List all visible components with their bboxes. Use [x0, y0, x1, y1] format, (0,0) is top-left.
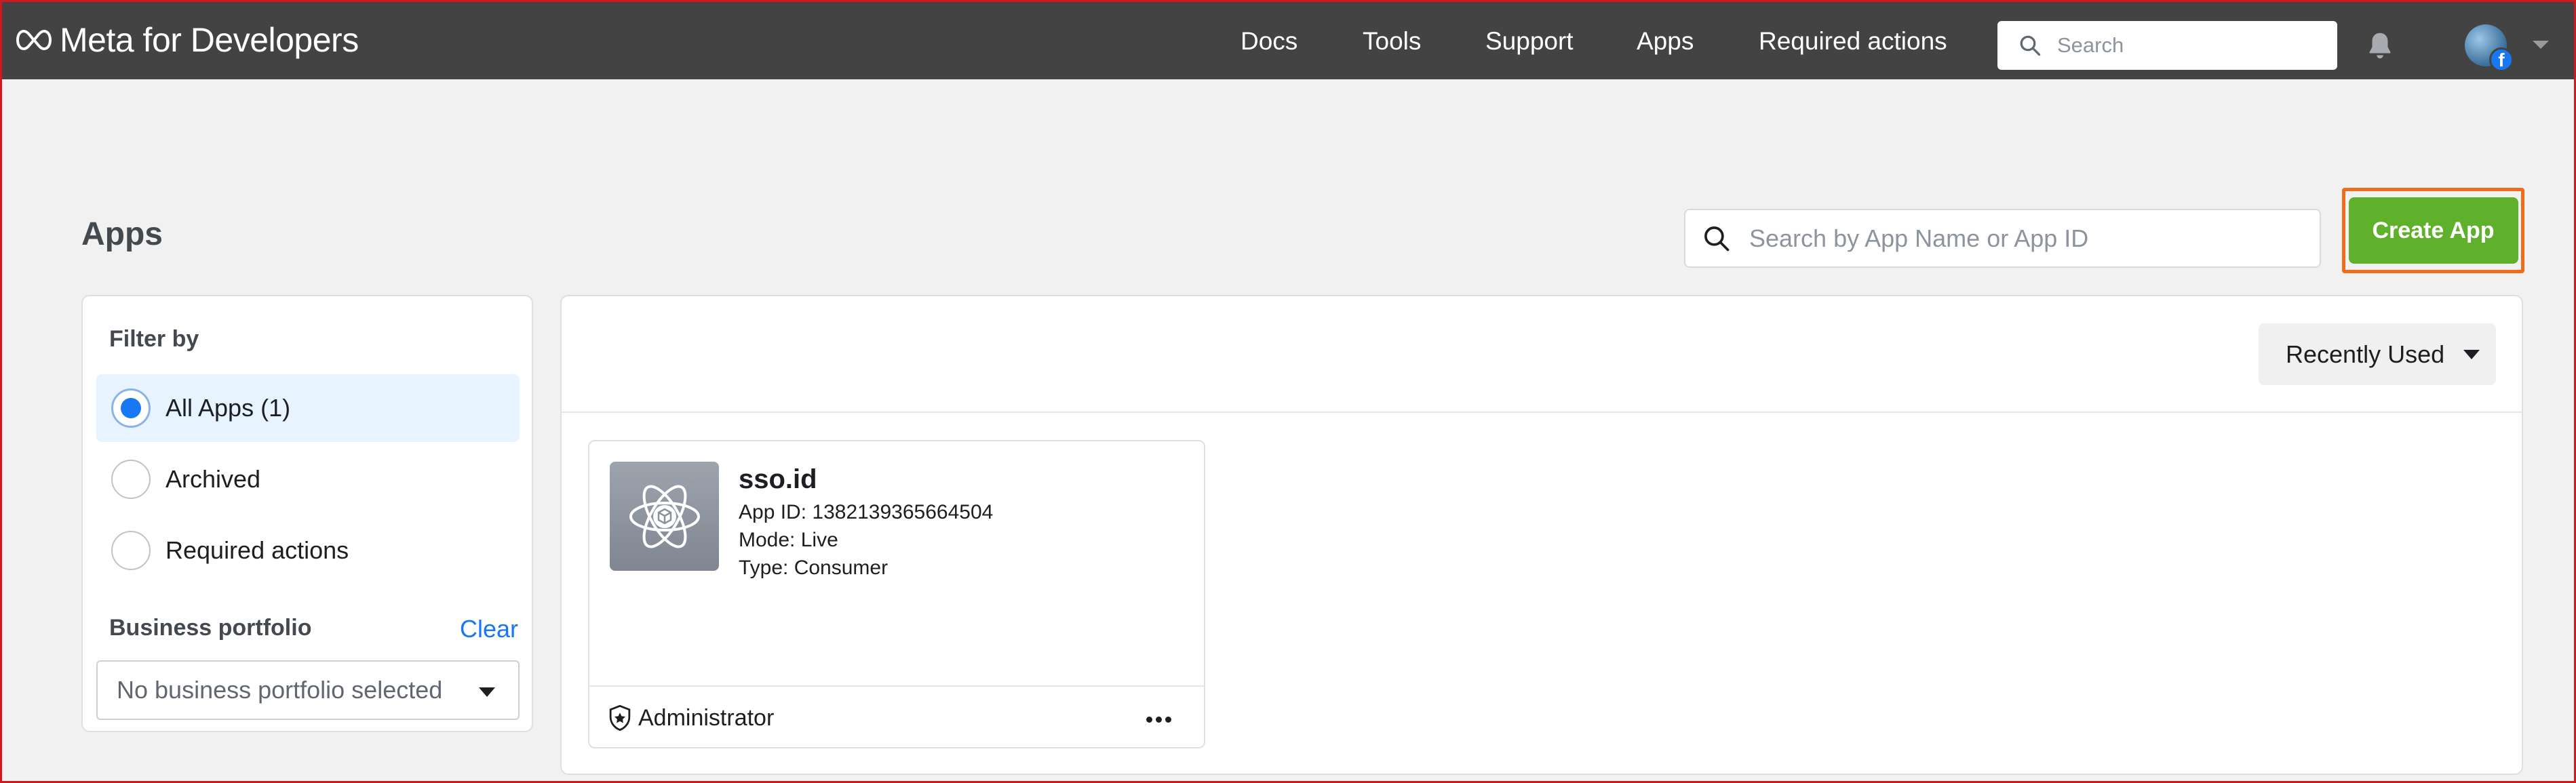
- meta-infinity-icon: [16, 29, 52, 51]
- more-options-button[interactable]: [1140, 704, 1177, 734]
- app-id: App ID: 1382139365664504: [739, 501, 994, 523]
- account-menu-caret-icon[interactable]: [2533, 41, 2549, 49]
- app-search-box[interactable]: [1684, 209, 2321, 268]
- business-portfolio-select[interactable]: No business portfolio selected: [96, 660, 520, 720]
- top-search-box[interactable]: [1997, 21, 2337, 70]
- app-search-input[interactable]: [1749, 224, 2305, 253]
- user-avatar[interactable]: f: [2465, 24, 2514, 72]
- app-role-label: Administrator: [638, 704, 775, 731]
- nav-support[interactable]: Support: [1485, 27, 1574, 56]
- page-title: Apps: [81, 216, 163, 252]
- sort-dropdown[interactable]: Recently Used: [2259, 323, 2496, 385]
- app-type: Type: Consumer: [739, 557, 889, 579]
- filter-heading: Filter by: [109, 326, 199, 352]
- filter-option-label: Archived: [165, 465, 261, 493]
- brand-logo[interactable]: Meta for Developers: [14, 21, 359, 59]
- app-card-footer: Administrator: [589, 685, 1204, 747]
- top-search-input[interactable]: [2057, 33, 2315, 58]
- app-name[interactable]: sso.id: [739, 464, 817, 495]
- top-navigation-bar: Meta for Developers Docs Tools Support A…: [0, 0, 2576, 79]
- caret-down-icon: [2463, 349, 2480, 359]
- filter-option-label: All Apps (1): [165, 394, 291, 422]
- filter-option-required-actions[interactable]: Required actions: [96, 517, 520, 584]
- filter-option-label: Required actions: [165, 536, 349, 564]
- more-dots-icon: [1165, 716, 1171, 723]
- business-portfolio-value: No business portfolio selected: [117, 676, 443, 704]
- nav-tools[interactable]: Tools: [1363, 27, 1421, 56]
- radio-unchecked[interactable]: [111, 460, 151, 499]
- facebook-badge-icon: f: [2489, 47, 2514, 72]
- create-app-highlight: Create App: [2342, 188, 2524, 273]
- more-dots-icon: [1155, 716, 1162, 723]
- app-card[interactable]: sso.id App ID: 1382139365664504 Mode: Li…: [588, 440, 1205, 748]
- filter-panel: Filter by All Apps (1) Archived Required…: [81, 295, 533, 732]
- more-dots-icon: [1146, 716, 1152, 723]
- filter-option-all-apps[interactable]: All Apps (1): [96, 374, 520, 442]
- search-icon: [2020, 35, 2041, 56]
- clear-filter-link[interactable]: Clear: [460, 615, 518, 643]
- business-portfolio-heading: Business portfolio: [109, 615, 312, 641]
- search-icon: [1704, 226, 1730, 251]
- radio-checked[interactable]: [111, 388, 151, 428]
- apps-list-panel: Recently Used sso.id App ID: 13821393656…: [560, 295, 2523, 775]
- create-app-button[interactable]: Create App: [2348, 197, 2518, 264]
- brand-name: Meta for Developers: [60, 21, 359, 59]
- bell-icon[interactable]: [2364, 30, 2396, 61]
- nav-docs[interactable]: Docs: [1241, 27, 1297, 56]
- divider: [562, 411, 2522, 413]
- radio-unchecked[interactable]: [111, 531, 151, 570]
- sort-label: Recently Used: [2286, 340, 2445, 368]
- caret-down-icon: [479, 687, 495, 697]
- nav-required-actions[interactable]: Required actions: [1759, 27, 1947, 56]
- shield-star-icon: [609, 704, 631, 731]
- app-role: Administrator: [607, 704, 774, 731]
- nav-apps[interactable]: Apps: [1637, 27, 1694, 56]
- app-mode: Mode: Live: [739, 529, 838, 551]
- atom-icon: [610, 462, 719, 571]
- filter-option-archived[interactable]: Archived: [96, 445, 520, 513]
